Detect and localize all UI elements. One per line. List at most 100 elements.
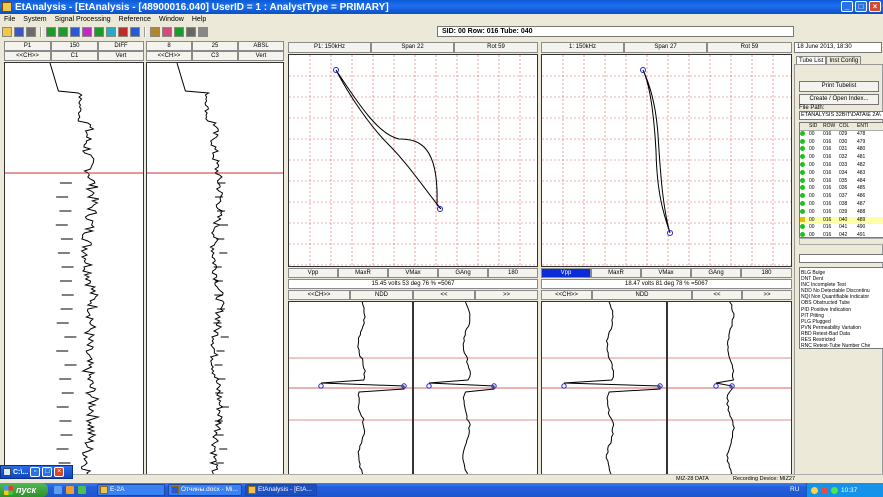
table-row[interactable]: 00 016 041 490 <box>800 224 883 232</box>
strip1-mode[interactable]: DIFF <box>98 41 144 51</box>
lissajous-plot-1[interactable] <box>288 54 538 267</box>
list-item[interactable]: RNC Retest-Tube Number Che <box>800 343 883 348</box>
lissa1-rotation[interactable]: Rot 59 <box>454 42 538 53</box>
lissa2-frequency[interactable]: 1: 150kHz <box>541 42 624 53</box>
language-indicator[interactable]: RU <box>790 486 799 493</box>
menu-reference[interactable]: Reference <box>115 16 155 23</box>
table-row[interactable]: 00 016 034 483 <box>800 169 883 178</box>
table-row[interactable]: 00 016 038 487 <box>800 200 883 209</box>
table-row[interactable]: 00 016 037 486 <box>800 193 883 201</box>
table-row[interactable]: 00 016 033 482 <box>800 161 883 170</box>
menu-signal-processing[interactable]: Signal Processing <box>51 16 115 23</box>
lissa1-next-button[interactable]: >> <box>475 290 538 300</box>
lissa2-prev-button[interactable]: << <box>692 290 742 300</box>
filter-s-icon[interactable] <box>106 26 116 37</box>
task-item-etanalysis[interactable]: EtAnalysis - [EtA... <box>245 484 317 496</box>
config-d-icon[interactable] <box>58 26 68 37</box>
maximize-button[interactable]: □ <box>855 1 867 12</box>
zoom-strip-2b[interactable] <box>667 301 792 475</box>
minimize-button[interactable]: _ <box>841 1 853 12</box>
strip1-channel[interactable]: P1 <box>4 41 51 51</box>
task-item-folder[interactable]: E-2A <box>97 484 165 496</box>
strip-chart-2[interactable] <box>146 62 284 475</box>
lissa2-rotation[interactable]: Rot 59 <box>707 42 792 53</box>
task-item-word[interactable]: Отчины.docx - Mi... <box>168 484 242 496</box>
mix-icon[interactable] <box>130 26 140 37</box>
menu-system[interactable]: System <box>19 16 50 23</box>
mini-maximize-button[interactable]: □ <box>42 467 53 477</box>
mini-restore-button[interactable]: ▫ <box>30 467 41 477</box>
strip1-axis[interactable]: Vert <box>98 51 144 61</box>
quicklaunch-desktop-icon[interactable] <box>78 486 86 494</box>
strip2-channel-toggle[interactable]: <<CH>> <box>146 51 192 61</box>
filter-r-icon[interactable] <box>118 26 128 37</box>
save-icon[interactable] <box>14 26 24 37</box>
menu-file[interactable]: File <box>0 16 19 23</box>
strip2-axis[interactable]: Vert <box>238 51 284 61</box>
col-row[interactable]: ROW <box>823 123 839 130</box>
table-row[interactable]: 00 016 039 488 <box>800 208 883 217</box>
grid-icon[interactable] <box>174 26 184 37</box>
table-row[interactable]: 00 016 036 485 <box>800 185 883 193</box>
lissa2-vpp-button[interactable]: Vpp <box>541 268 591 278</box>
chart-icon[interactable] <box>150 26 160 37</box>
strip1-channel-toggle[interactable]: <<CH>> <box>4 51 51 61</box>
lissa1-vpp-button[interactable]: Vpp <box>288 268 338 278</box>
table-row[interactable]: 00 016 029 478 <box>800 130 883 139</box>
config-m-icon[interactable] <box>82 26 92 37</box>
code-list[interactable]: BLG Bulge DNT Dent INC Incomplete Test NDD … <box>799 267 883 349</box>
table-row[interactable]: 00 016 031 480 <box>800 146 883 154</box>
lissa1-maxr-button[interactable]: MaxR <box>338 268 388 278</box>
strip-chart-1[interactable] <box>4 62 144 475</box>
quicklaunch-ie-icon[interactable] <box>54 486 62 494</box>
tube-list-scrollbar[interactable] <box>799 238 883 245</box>
col-col[interactable]: COL <box>839 123 857 130</box>
table-row[interactable]: 00 016 030 479 <box>800 138 883 147</box>
strip2-span[interactable]: 25 <box>192 41 238 51</box>
lissajous-plot-2[interactable] <box>541 54 792 267</box>
lissa1-span[interactable]: Span 22 <box>371 42 454 53</box>
tab-tube-list[interactable]: Tube List <box>796 56 827 64</box>
start-button[interactable]: пуск <box>0 483 48 497</box>
open-icon[interactable] <box>2 26 12 37</box>
print-icon[interactable] <box>26 26 36 37</box>
config-c-icon[interactable] <box>46 26 56 37</box>
close-button[interactable]: × <box>869 1 881 12</box>
lissa1-gang-button[interactable]: GAng <box>438 268 488 278</box>
lissa2-next-button[interactable]: >> <box>742 290 792 300</box>
filter-l-icon[interactable] <box>94 26 104 37</box>
col-enti[interactable]: ENTI <box>857 123 877 130</box>
file-path-field[interactable]: ETANALYSIS 32BIT\DATA\E 2A\ <box>799 111 883 120</box>
tool-icon[interactable] <box>186 26 196 37</box>
lissa1-code-button[interactable]: NDD <box>350 290 413 300</box>
config-h-icon[interactable] <box>70 26 80 37</box>
tray-network-icon[interactable] <box>831 486 838 494</box>
mini-close-button[interactable]: × <box>54 467 65 477</box>
print-tubelist-button[interactable]: Print Tubelist <box>799 81 879 92</box>
minimized-window[interactable]: C:\... ▫ □ × <box>0 465 73 479</box>
wrench-icon[interactable] <box>198 26 208 37</box>
tube-list-table[interactable]: SID ROW COL ENTI 00 016 029 478 00 016 030 479 0… <box>799 122 883 238</box>
lissa2-maxr-button[interactable]: MaxR <box>591 268 641 278</box>
lissa2-gang-button[interactable]: GAng <box>691 268 741 278</box>
lissa2-angle-button[interactable]: 180 <box>741 268 792 278</box>
lissa1-channel-toggle[interactable]: <<CH>> <box>288 290 350 300</box>
strip2-component[interactable]: C3 <box>192 51 238 61</box>
create-open-index-button[interactable]: Create / Open Index... <box>799 94 879 105</box>
strip1-component[interactable]: C1 <box>51 51 98 61</box>
zoom-strip-1a[interactable] <box>288 301 413 475</box>
strip2-mode[interactable]: ABSL <box>238 41 284 51</box>
table-row[interactable]: 00 016 040 489 <box>800 216 883 225</box>
table-row[interactable]: 00 016 035 484 <box>800 177 883 186</box>
window-title-bar[interactable]: EtAnalysis - [EtAnalysis - [48900016.040… <box>0 0 883 14</box>
tab-inst-config[interactable]: Inst Config <box>826 56 862 64</box>
lissa2-vmax-button[interactable]: VMax <box>641 268 691 278</box>
lissa1-prev-button[interactable]: << <box>413 290 475 300</box>
menu-help[interactable]: Help <box>188 16 210 23</box>
col-sid[interactable]: SID <box>809 123 823 130</box>
lissa1-vmax-button[interactable]: VMax <box>388 268 438 278</box>
lissa2-channel-toggle[interactable]: <<CH>> <box>541 290 592 300</box>
strip2-channel[interactable]: 8 <box>146 41 192 51</box>
tray-volume-icon[interactable] <box>811 486 818 494</box>
code-search-input[interactable] <box>799 254 883 263</box>
